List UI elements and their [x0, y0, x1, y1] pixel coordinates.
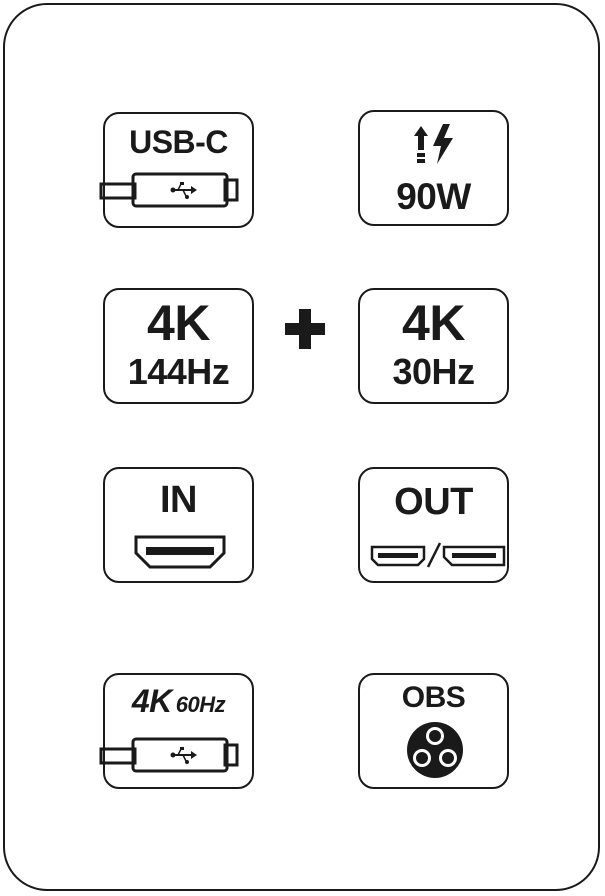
usb-c-cable-icon — [99, 170, 241, 212]
refresh-rate-label: 30Hz — [392, 351, 475, 392]
usb-4k60-label: 4K 60Hz — [105, 685, 252, 717]
obs-label: OBS — [401, 681, 466, 714]
obs-tile: OBS — [358, 673, 509, 789]
refresh-rate-label: 60Hz — [175, 692, 226, 717]
display-4k-144hz-tile: 4K 144Hz — [103, 288, 254, 404]
power-delivery-tile: 90W — [358, 110, 509, 226]
video-out-label: OUT — [394, 481, 473, 523]
usb-4k-60hz-tile: 4K 60Hz — [99, 673, 254, 789]
upload-power-bolt-icon — [413, 124, 457, 164]
power-label: 90W — [396, 176, 471, 217]
usb-c-tile: USB-C — [99, 112, 254, 228]
obs-logo-icon — [406, 721, 464, 779]
resolution-label: 4K — [147, 295, 210, 351]
feature-card: USB-C 90W 4K 144Hz 4K 30Hz IN OUT 4K 60H… — [3, 3, 600, 891]
resolution-label: 4K — [131, 683, 172, 719]
hdmi-in-label: IN — [160, 479, 198, 521]
hdmi-and-displayport-icon — [370, 541, 506, 569]
video-out-tile: OUT — [358, 467, 509, 583]
usb-c-label: USB-C — [129, 124, 228, 160]
plus-icon — [285, 309, 325, 349]
hdmi-port-icon — [134, 535, 226, 569]
usb-c-cable-icon — [99, 735, 241, 777]
hdmi-in-tile: IN — [103, 467, 254, 583]
resolution-label: 4K — [402, 295, 465, 351]
refresh-rate-label: 144Hz — [127, 351, 230, 392]
display-4k-30hz-tile: 4K 30Hz — [358, 288, 509, 404]
